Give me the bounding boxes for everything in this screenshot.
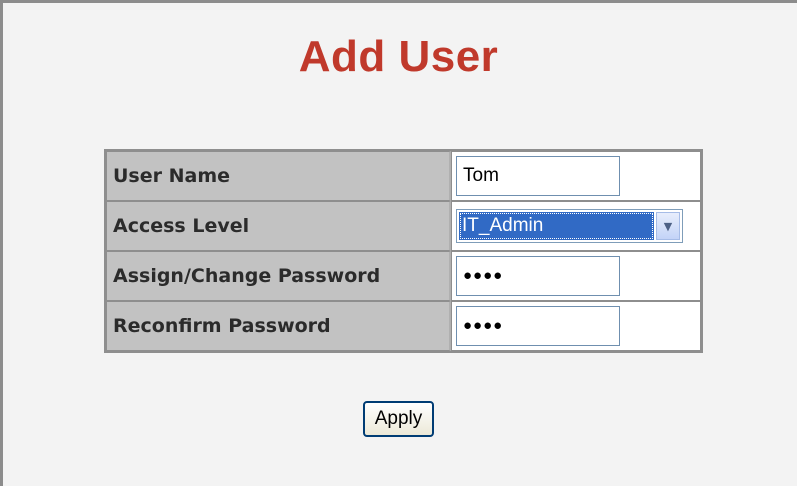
reconfirm-password-input[interactable]: ●●●● bbox=[456, 306, 620, 346]
user-name-label: User Name bbox=[106, 151, 451, 201]
access-level-label: Access Level bbox=[106, 201, 451, 251]
form-row-user-name: User Name Tom bbox=[106, 151, 701, 201]
add-user-form: User Name Tom Access Level IT_Admin ▼ As… bbox=[104, 149, 703, 353]
page-title: Add User bbox=[298, 32, 499, 81]
user-name-cell: Tom bbox=[451, 151, 701, 201]
apply-button[interactable]: Apply bbox=[362, 401, 435, 437]
password-cell: ●●●● bbox=[451, 251, 701, 301]
reconfirm-password-cell: ●●●● bbox=[451, 301, 701, 351]
form-row-reconfirm-password: Reconfirm Password ●●●● bbox=[106, 301, 701, 351]
access-level-cell: IT_Admin ▼ bbox=[451, 201, 701, 251]
chevron-down-icon[interactable]: ▼ bbox=[656, 212, 680, 240]
apply-button-container: Apply bbox=[0, 401, 797, 437]
access-level-select[interactable]: IT_Admin ▼ bbox=[456, 209, 683, 243]
form-row-access-level: Access Level IT_Admin ▼ bbox=[106, 201, 701, 251]
user-name-input[interactable]: Tom bbox=[456, 156, 620, 196]
reconfirm-password-label: Reconfirm Password bbox=[106, 301, 451, 351]
form-row-password: Assign/Change Password ●●●● bbox=[106, 251, 701, 301]
access-level-selected-value: IT_Admin bbox=[459, 212, 654, 240]
password-label: Assign/Change Password bbox=[106, 251, 451, 301]
password-input[interactable]: ●●●● bbox=[456, 256, 620, 296]
